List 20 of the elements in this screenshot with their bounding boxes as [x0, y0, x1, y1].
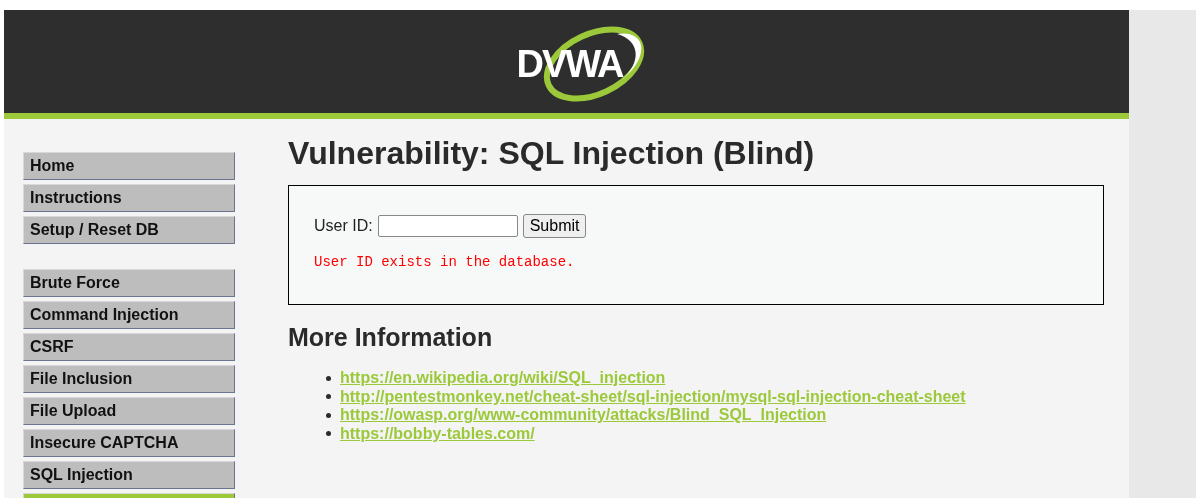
menu-item[interactable]: Brute Force [23, 269, 235, 297]
bullet-icon [326, 394, 331, 400]
bullet-icon [326, 431, 331, 437]
menu-item[interactable]: SQL Injection [23, 461, 235, 489]
field-label: User ID: [314, 217, 373, 235]
result-message: User ID exists in the database. [314, 254, 576, 270]
page-title: Vulnerability: SQL Injection (Blind) [288, 134, 816, 172]
menu-item[interactable]: Command Injection [23, 301, 235, 329]
menu-item[interactable]: CSRF [23, 333, 235, 361]
user-id-field[interactable] [377, 215, 518, 237]
menu-item[interactable]: Instructions [23, 184, 235, 212]
bullet-icon [326, 375, 331, 381]
menu-item[interactable]: Home [23, 152, 235, 180]
section-title: More Information [288, 323, 494, 352]
menu-item[interactable]: Insecure CAPTCHA [23, 429, 235, 457]
submit-button[interactable]: Submit [522, 214, 587, 238]
bullet-icon [326, 412, 331, 418]
menu-item[interactable]: File Upload [23, 397, 235, 425]
menu-item[interactable]: Setup / Reset DB [23, 216, 235, 244]
menu-item[interactable]: File Inclusion [23, 365, 235, 393]
